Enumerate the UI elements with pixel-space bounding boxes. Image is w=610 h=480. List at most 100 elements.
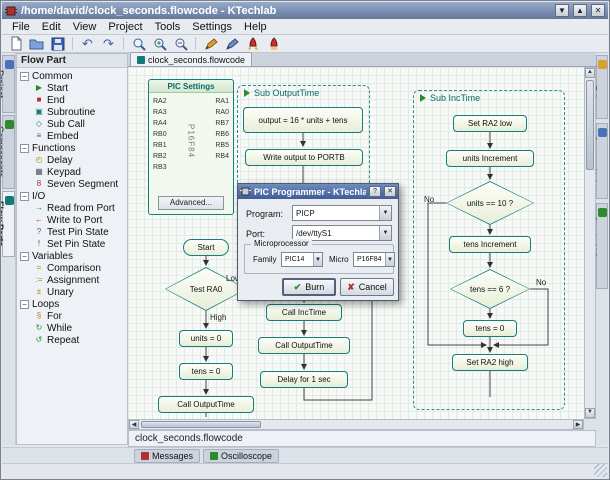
menu-file[interactable]: File (6, 21, 36, 33)
expander-icon[interactable]: − (20, 252, 29, 261)
tree-item-unary[interactable]: ±Unary (17, 286, 127, 298)
chevron-down-icon[interactable]: ▼ (379, 226, 391, 240)
decision-tens-6[interactable]: tens == 6 ? (450, 269, 530, 309)
zoom-in-icon[interactable] (150, 35, 169, 52)
burn-button[interactable]: ✔Burn (282, 278, 336, 296)
vertical-scrollbar[interactable]: ▲ ▼ (584, 67, 596, 419)
node-units-increment[interactable]: units Increment (446, 150, 534, 167)
tree-item-while[interactable]: ↻While (17, 322, 127, 334)
undo-icon[interactable]: ↶ (78, 35, 97, 52)
scroll-left-icon[interactable]: ◀ (129, 420, 139, 429)
tree-item-test-pin-state[interactable]: ?Test Pin State (17, 226, 127, 238)
scroll-up-icon[interactable]: ▲ (585, 68, 595, 78)
dock-tab-flow-parts[interactable]: Flow Parts (2, 191, 15, 257)
tree-item-for[interactable]: §For (17, 310, 127, 322)
horizontal-scrollbar[interactable]: ◀ ▶ (128, 419, 584, 430)
toolbar-separator (123, 37, 124, 50)
maximize-button[interactable]: ▲ (573, 4, 587, 17)
scroll-right-icon[interactable]: ▶ (573, 420, 583, 429)
chevron-down-icon[interactable]: ▼ (385, 253, 394, 266)
menu-tools[interactable]: Tools (149, 21, 187, 33)
scroll-down-icon[interactable]: ▼ (585, 408, 595, 418)
node-call-outputtime-2[interactable]: Call OutputTime (258, 337, 350, 354)
tree-item-comparison[interactable]: =Comparison (17, 262, 127, 274)
titlebar[interactable]: /home/david/clock_seconds.flowcode - KTe… (2, 2, 608, 19)
zoom-original-icon[interactable] (129, 35, 148, 52)
open-document-icon[interactable] (27, 35, 46, 52)
chevron-down-icon[interactable]: ▼ (313, 253, 322, 266)
dock-tab-item-editor[interactable]: Item Editor (596, 55, 608, 119)
document-tab[interactable]: clock_seconds.flowcode (130, 52, 252, 66)
menu-settings[interactable]: Settings (186, 21, 238, 33)
tree-item-seven-segment[interactable]: 8Seven Segment (17, 178, 127, 190)
dock-tab-components[interactable]: Components (2, 115, 15, 189)
pic-settings-block[interactable]: PIC Settings RA2 RA3 RA4 RB0 RB1 RB2 RB3… (148, 79, 234, 215)
minimize-button[interactable]: ▼ (555, 4, 569, 17)
chevron-down-icon[interactable]: ▼ (379, 206, 391, 220)
dialog-close-button[interactable]: ✕ (384, 186, 396, 197)
close-button[interactable]: ✕ (591, 4, 605, 17)
program-combobox[interactable]: PICP▼ (292, 205, 392, 221)
expander-icon[interactable]: − (20, 72, 29, 81)
tree-item-assignment[interactable]: :=Assignment (17, 274, 127, 286)
node-start[interactable]: Start (183, 239, 229, 256)
resize-grip[interactable] (594, 464, 607, 477)
tree-item-end[interactable]: ■End (17, 94, 127, 106)
program-pic-icon[interactable] (243, 35, 262, 52)
expander-icon[interactable]: − (20, 144, 29, 153)
tree-item-read-from-port[interactable]: →Read from Port (17, 202, 127, 214)
dock-tab-project[interactable]: Project (2, 55, 15, 113)
node-tens-increment[interactable]: tens Increment (449, 236, 531, 253)
tree-item-delay[interactable]: ◴Delay (17, 154, 127, 166)
dialog-help-button[interactable]: ? (369, 186, 381, 197)
node-units-zero[interactable]: units = 0 (179, 330, 233, 347)
family-combobox[interactable]: PIC14▼ (281, 252, 323, 267)
edit-assembly-icon[interactable] (222, 35, 241, 52)
tree-group-functions[interactable]: −Functions (17, 142, 127, 154)
new-document-icon[interactable] (6, 35, 25, 52)
decision-units-10[interactable]: units == 10 ? (446, 181, 534, 225)
tree-group-io[interactable]: −I/O (17, 190, 127, 202)
menu-help[interactable]: Help (238, 21, 273, 33)
cancel-button[interactable]: ✘Cancel (340, 278, 394, 296)
micro-combobox[interactable]: P16F84▼ (353, 252, 395, 267)
tree-group-variables[interactable]: −Variables (17, 250, 127, 262)
tree-item-write-to-port[interactable]: ←Write to Port (17, 214, 127, 226)
redo-icon[interactable]: ↷ (99, 35, 118, 52)
tree-group-loops[interactable]: −Loops (17, 298, 127, 310)
tree-item-start[interactable]: ▶Start (17, 82, 127, 94)
tree-item-sub-call[interactable]: ◇Sub Call (17, 118, 127, 130)
tree-item-embed[interactable]: ≡Embed (17, 130, 127, 142)
menu-edit[interactable]: Edit (36, 21, 67, 33)
dock-tab-context-help[interactable]: Context Help (596, 123, 608, 199)
dialog-titlebar[interactable]: PIC Programmer - KTechlab ? ✕ (238, 184, 398, 199)
tree-item-keypad[interactable]: ▦Keypad (17, 166, 127, 178)
horizontal-scroll-thumb[interactable] (141, 421, 261, 428)
menu-project[interactable]: Project (102, 21, 148, 33)
tab-oscilloscope[interactable]: Oscilloscope (203, 449, 279, 463)
node-output-expression[interactable]: output = 16 * units + tens (243, 107, 363, 133)
vertical-scroll-thumb[interactable] (586, 80, 594, 170)
tree-item-set-pin-state[interactable]: !Set Pin State (17, 238, 127, 250)
tab-messages[interactable]: Messages (134, 449, 200, 463)
node-set-ra2-high[interactable]: Set RA2 high (452, 354, 528, 371)
node-delay-1sec[interactable]: Delay for 1 sec (260, 371, 348, 388)
expander-icon[interactable]: − (20, 300, 29, 309)
node-tens-zero[interactable]: tens = 0 (463, 320, 517, 337)
edit-microbe-icon[interactable] (201, 35, 220, 52)
node-call-outputtime-1[interactable]: Call OutputTime (158, 396, 254, 413)
tree-item-subroutine[interactable]: ▣Subroutine (17, 106, 127, 118)
node-call-inctime[interactable]: Call IncTime (266, 304, 342, 321)
node-write-portb[interactable]: Write output to PORTB (245, 149, 363, 166)
menu-view[interactable]: View (67, 21, 103, 33)
expander-icon[interactable]: − (20, 192, 29, 201)
zoom-out-icon[interactable] (171, 35, 190, 52)
tree-item-repeat[interactable]: ↺Repeat (17, 334, 127, 346)
upload-pic-icon[interactable] (264, 35, 283, 52)
save-document-icon[interactable] (48, 35, 67, 52)
dock-tab-symbol-viewer[interactable]: Symbol Viewer (596, 203, 608, 289)
node-tens-zero-main[interactable]: tens = 0 (179, 363, 233, 380)
pic-advanced-button[interactable]: Advanced... (158, 196, 224, 210)
node-set-ra2-low[interactable]: Set RA2 low (453, 115, 527, 132)
tree-group-common[interactable]: −Common (17, 70, 127, 82)
